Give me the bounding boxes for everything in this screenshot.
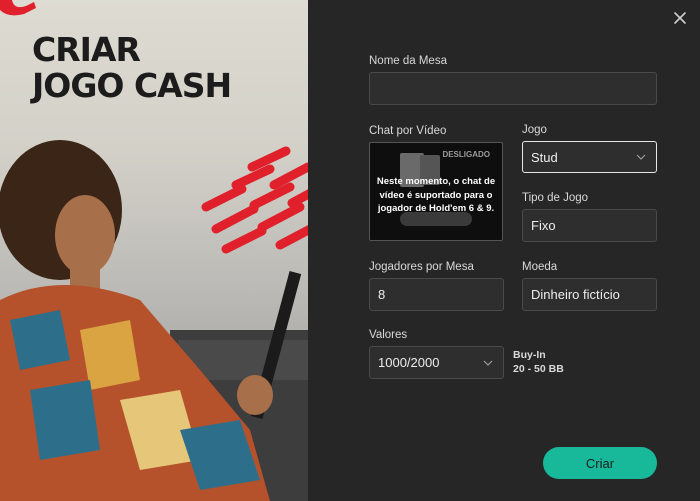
video-chat-preview: DESLIGADO Neste momento, o chat de vídeo… bbox=[369, 142, 503, 241]
currency-field[interactable]: Dinheiro fictício bbox=[522, 278, 657, 311]
woman-with-tablet-illustration bbox=[0, 140, 322, 501]
stakes-value: 1000/2000 bbox=[378, 355, 440, 370]
chevron-down-icon bbox=[636, 154, 646, 160]
game-type-label: Tipo de Jogo bbox=[522, 192, 589, 204]
torn-edge bbox=[308, 0, 322, 501]
table-name-label: Nome da Mesa bbox=[369, 55, 447, 67]
create-button[interactable]: Criar bbox=[543, 447, 657, 479]
stakes-select[interactable]: 1000/2000 bbox=[369, 346, 504, 379]
buyin-label: Buy-In bbox=[513, 349, 546, 361]
game-label: Jogo bbox=[522, 124, 547, 136]
buyin-value: 20 - 50 BB bbox=[513, 363, 564, 375]
hero-title-line1: CRIAR bbox=[32, 30, 141, 69]
players-label: Jogadores por Mesa bbox=[369, 261, 474, 273]
players-value: 8 bbox=[378, 287, 386, 302]
video-chat-message: Neste momento, o chat de vídeo é suporta… bbox=[376, 176, 496, 214]
stakes-label: Valores bbox=[369, 329, 408, 341]
video-chat-label: Chat por Vídeo bbox=[369, 125, 447, 137]
buyin-info: Buy-In 20 - 50 BB bbox=[513, 348, 564, 376]
currency-label: Moeda bbox=[522, 261, 558, 273]
game-select[interactable]: Stud bbox=[522, 141, 657, 173]
hero-title: CRIAR JOGO CASH bbox=[32, 30, 232, 105]
game-type-value: Fixo bbox=[531, 218, 556, 233]
hero-title-line2: JOGO CASH bbox=[32, 66, 232, 105]
promo-artwork: CRIAR JOGO CASH bbox=[0, 0, 322, 501]
currency-value: Dinheiro fictício bbox=[531, 287, 620, 302]
game-value: Stud bbox=[531, 149, 558, 165]
players-input[interactable]: 8 bbox=[369, 278, 504, 311]
chevron-down-icon bbox=[483, 360, 493, 366]
red-ribbon-icon bbox=[0, 0, 36, 16]
close-icon[interactable] bbox=[670, 8, 690, 28]
game-type-field[interactable]: Fixo bbox=[522, 209, 657, 242]
video-off-badge: DESLIGADO bbox=[442, 150, 490, 159]
table-name-input[interactable] bbox=[369, 72, 657, 105]
